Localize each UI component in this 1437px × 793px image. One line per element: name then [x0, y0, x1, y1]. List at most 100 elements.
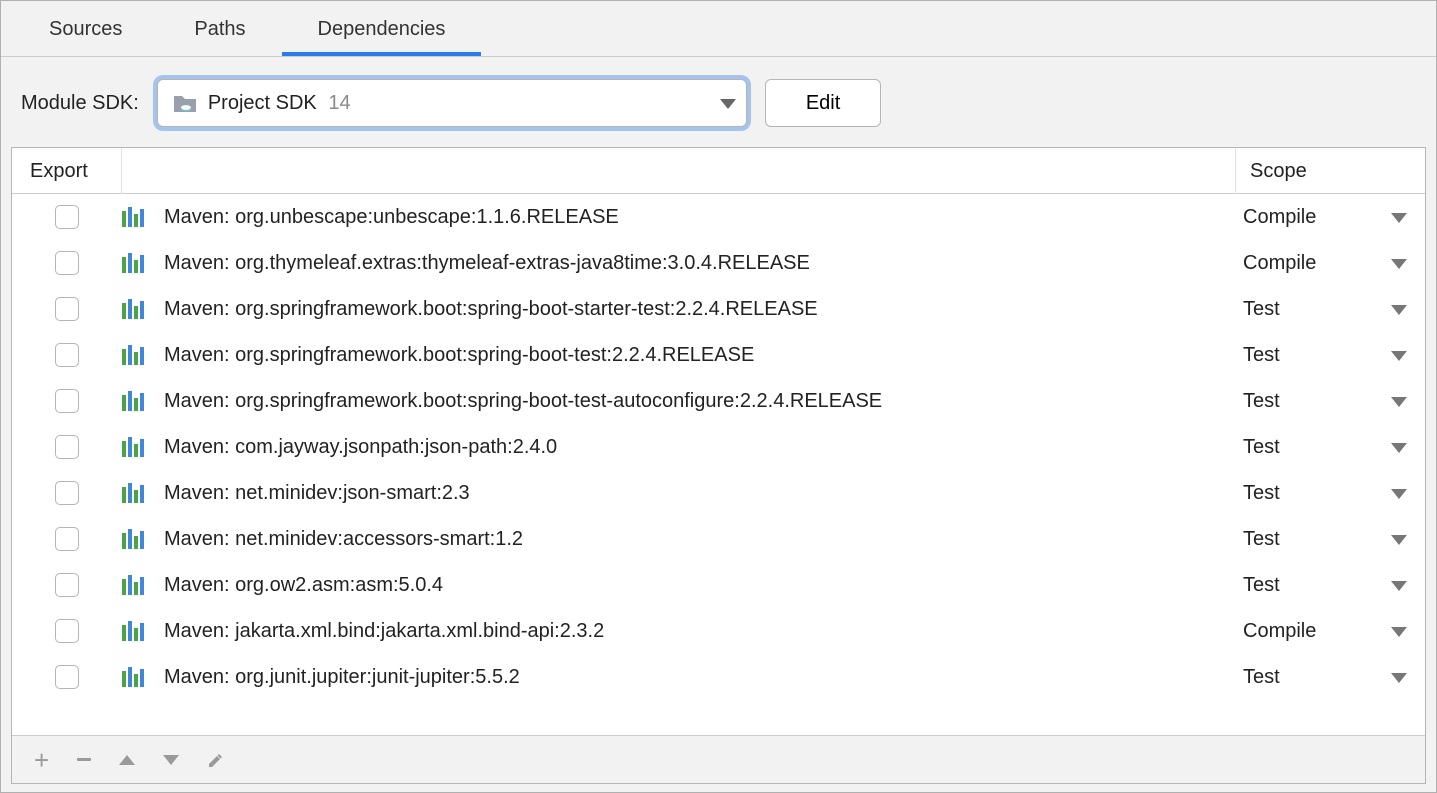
dependency-name-cell: Maven: com.jayway.jsonpath:json-path:2.4… — [122, 436, 1235, 459]
dependencies-table: Export Scope Maven: org.unbescape:unbesc… — [11, 147, 1426, 784]
scope-select[interactable]: Test — [1235, 666, 1425, 689]
chevron-down-icon — [1391, 206, 1407, 229]
dependency-name-cell: Maven: org.springframework.boot:spring-b… — [122, 390, 1235, 413]
library-icon — [122, 529, 152, 549]
scope-select[interactable]: Test — [1235, 482, 1425, 505]
dependency-label: Maven: org.springframework.boot:spring-b… — [164, 344, 754, 367]
tab-paths[interactable]: Paths — [158, 1, 281, 56]
scope-value: Compile — [1243, 620, 1316, 643]
export-checkbox[interactable] — [55, 297, 79, 321]
move-up-button[interactable] — [119, 755, 135, 765]
scope-value: Test — [1243, 528, 1280, 551]
dependency-name-cell: Maven: org.unbescape:unbescape:1.1.6.REL… — [122, 206, 1235, 229]
library-icon — [122, 437, 152, 457]
tab-dependencies[interactable]: Dependencies — [282, 1, 482, 56]
dependency-label: Maven: org.springframework.boot:spring-b… — [164, 390, 882, 413]
table-row[interactable]: Maven: org.ow2.asm:asm:5.0.4 Test — [12, 562, 1425, 608]
dependency-name-cell: Maven: org.ow2.asm:asm:5.0.4 — [122, 574, 1235, 597]
export-cell — [12, 435, 122, 459]
dependency-label: Maven: org.springframework.boot:spring-b… — [164, 298, 818, 321]
export-column-header[interactable]: Export — [12, 148, 122, 194]
export-cell — [12, 481, 122, 505]
library-icon — [122, 391, 152, 411]
scope-select[interactable]: Test — [1235, 436, 1425, 459]
tab-sources[interactable]: Sources — [13, 1, 158, 56]
chevron-down-icon — [720, 92, 736, 115]
dependency-label: Maven: net.minidev:json-smart:2.3 — [164, 482, 470, 505]
module-sdk-select[interactable]: Project SDK 14 — [157, 79, 747, 127]
table-row[interactable]: Maven: org.springframework.boot:spring-b… — [12, 378, 1425, 424]
export-cell — [12, 573, 122, 597]
scope-select[interactable]: Test — [1235, 390, 1425, 413]
library-icon — [122, 207, 152, 227]
table-row[interactable]: Maven: org.springframework.boot:spring-b… — [12, 286, 1425, 332]
export-cell — [12, 527, 122, 551]
move-down-button[interactable] — [163, 755, 179, 765]
module-sdk-row: Module SDK: Project SDK 14 Edit — [1, 57, 1436, 147]
table-row[interactable]: Maven: org.springframework.boot:spring-b… — [12, 332, 1425, 378]
module-sdk-label: Module SDK: — [21, 92, 139, 115]
scope-value: Test — [1243, 666, 1280, 689]
edit-button[interactable] — [207, 751, 225, 769]
dependency-label: Maven: net.minidev:accessors-smart:1.2 — [164, 528, 523, 551]
chevron-down-icon — [1391, 344, 1407, 367]
dependency-name-cell: Maven: net.minidev:accessors-smart:1.2 — [122, 528, 1235, 551]
chevron-down-icon — [1391, 666, 1407, 689]
scope-select[interactable]: Compile — [1235, 252, 1425, 275]
scope-select[interactable]: Test — [1235, 528, 1425, 551]
library-icon — [122, 667, 152, 687]
export-checkbox[interactable] — [55, 527, 79, 551]
dependency-label: Maven: com.jayway.jsonpath:json-path:2.4… — [164, 436, 557, 459]
scope-value: Compile — [1243, 206, 1316, 229]
scope-value: Test — [1243, 344, 1280, 367]
table-row[interactable]: Maven: jakarta.xml.bind:jakarta.xml.bind… — [12, 608, 1425, 654]
library-icon — [122, 483, 152, 503]
tab-bar: Sources Paths Dependencies — [1, 1, 1436, 57]
table-body: Maven: org.unbescape:unbescape:1.1.6.REL… — [12, 194, 1425, 735]
export-checkbox[interactable] — [55, 481, 79, 505]
chevron-down-icon — [1391, 528, 1407, 551]
export-checkbox[interactable] — [55, 251, 79, 275]
scope-select[interactable]: Test — [1235, 344, 1425, 367]
module-sdk-name: Project SDK 14 — [208, 92, 720, 115]
chevron-down-icon — [1391, 436, 1407, 459]
export-cell — [12, 343, 122, 367]
scope-select[interactable]: Compile — [1235, 206, 1425, 229]
table-row[interactable]: Maven: org.thymeleaf.extras:thymeleaf-ex… — [12, 240, 1425, 286]
dependency-label: Maven: org.junit.jupiter:junit-jupiter:5… — [164, 666, 520, 689]
scope-select[interactable]: Test — [1235, 298, 1425, 321]
edit-sdk-button[interactable]: Edit — [765, 79, 881, 127]
library-icon — [122, 253, 152, 273]
dependency-name-cell: Maven: jakarta.xml.bind:jakarta.xml.bind… — [122, 620, 1235, 643]
scope-select[interactable]: Compile — [1235, 620, 1425, 643]
export-checkbox[interactable] — [55, 619, 79, 643]
chevron-down-icon — [1391, 574, 1407, 597]
add-button[interactable]: + — [34, 747, 49, 773]
table-row[interactable]: Maven: com.jayway.jsonpath:json-path:2.4… — [12, 424, 1425, 470]
remove-button[interactable] — [77, 758, 91, 761]
dependency-label: Maven: org.thymeleaf.extras:thymeleaf-ex… — [164, 252, 810, 275]
dependency-name-cell: Maven: net.minidev:json-smart:2.3 — [122, 482, 1235, 505]
chevron-down-icon — [1391, 298, 1407, 321]
export-cell — [12, 665, 122, 689]
table-row[interactable]: Maven: org.junit.jupiter:junit-jupiter:5… — [12, 654, 1425, 700]
module-dependencies-panel: Sources Paths Dependencies Module SDK: P… — [0, 0, 1437, 793]
export-checkbox[interactable] — [55, 665, 79, 689]
table-row[interactable]: Maven: org.unbescape:unbescape:1.1.6.REL… — [12, 194, 1425, 240]
export-checkbox[interactable] — [55, 573, 79, 597]
scope-select[interactable]: Test — [1235, 574, 1425, 597]
table-row[interactable]: Maven: net.minidev:json-smart:2.3 Test — [12, 470, 1425, 516]
export-checkbox[interactable] — [55, 389, 79, 413]
export-checkbox[interactable] — [55, 205, 79, 229]
scope-value: Test — [1243, 298, 1280, 321]
scope-column-header[interactable]: Scope — [1235, 148, 1425, 194]
export-cell — [12, 297, 122, 321]
dependency-name-cell: Maven: org.thymeleaf.extras:thymeleaf-ex… — [122, 252, 1235, 275]
export-cell — [12, 205, 122, 229]
export-checkbox[interactable] — [55, 435, 79, 459]
library-icon — [122, 621, 152, 641]
table-row[interactable]: Maven: net.minidev:accessors-smart:1.2 T… — [12, 516, 1425, 562]
dependency-label: Maven: org.ow2.asm:asm:5.0.4 — [164, 574, 443, 597]
scope-value: Test — [1243, 482, 1280, 505]
export-checkbox[interactable] — [55, 343, 79, 367]
